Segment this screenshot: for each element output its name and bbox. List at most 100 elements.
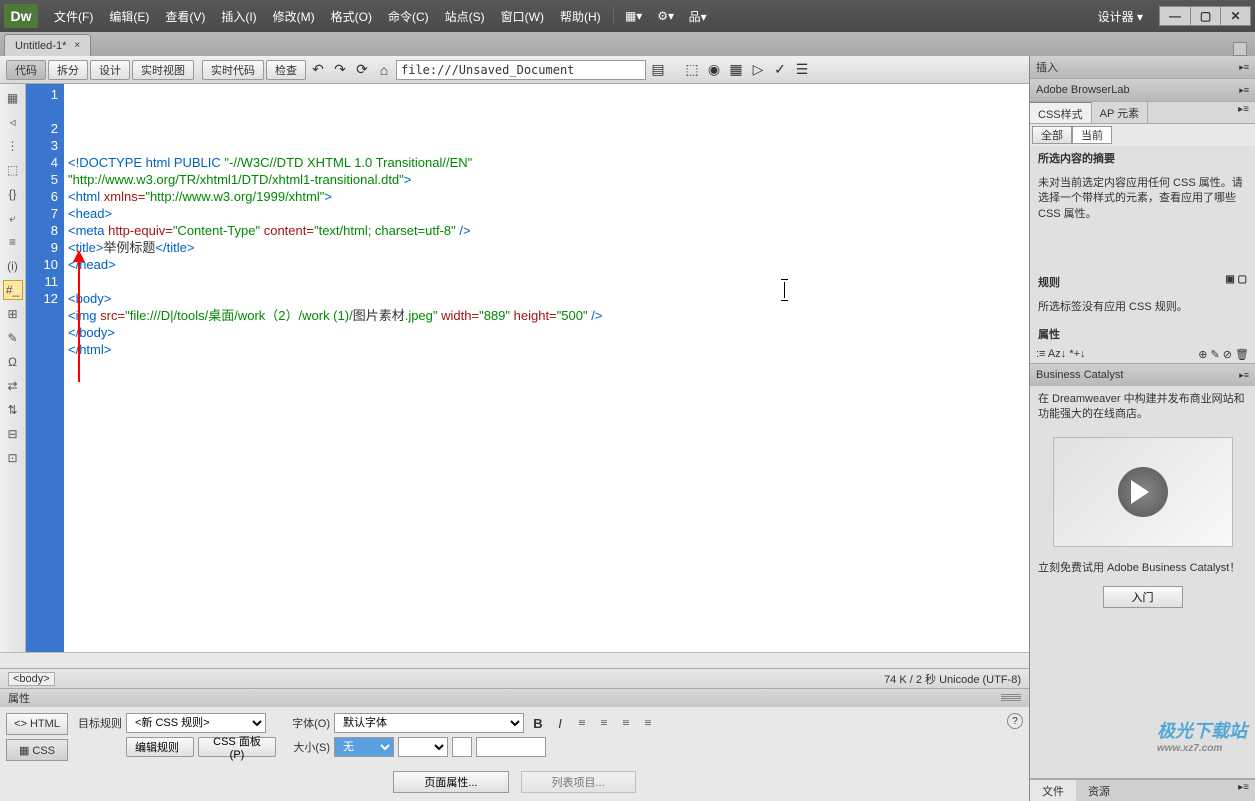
mode-html-button[interactable]: <> HTML (6, 713, 68, 735)
view-live-button[interactable]: 实时视图 (132, 60, 194, 80)
side-tool-icon[interactable]: ✎ (3, 328, 23, 348)
side-tool-icon[interactable]: ⊟ (3, 424, 23, 444)
target-rule-select[interactable]: <新 CSS 规则> (126, 713, 266, 733)
tool-icon-3[interactable]: ▦ (726, 60, 746, 80)
menu-item[interactable]: 窗口(W) (493, 4, 552, 29)
close-button[interactable]: ✕ (1220, 7, 1250, 25)
gear-icon[interactable]: ⚙▾ (654, 6, 678, 26)
menu-item[interactable]: 帮助(H) (552, 4, 609, 29)
code-line[interactable]: <!DOCTYPE html PUBLIC "-//W3C//DTD XHTML… (68, 154, 1025, 171)
side-tool-icon[interactable]: Ω (3, 352, 23, 372)
bold-icon[interactable]: B (528, 713, 548, 733)
prop-view-icons[interactable]: :≡ Az↓ *+↓ (1036, 348, 1086, 361)
side-tool-icon[interactable]: ⋮ (3, 136, 23, 156)
files-tab[interactable]: 文件 (1030, 780, 1076, 801)
code-line[interactable]: "http://www.w3.org/TR/xhtml1/DTD/xhtml1-… (68, 171, 1025, 188)
code-line[interactable]: </head> (68, 256, 1025, 273)
side-tool-icon[interactable]: {} (3, 184, 23, 204)
edit-rule-button[interactable]: 编辑规则 (126, 737, 194, 757)
tool-icon-1[interactable]: ⬚ (682, 60, 702, 80)
side-tool-icon[interactable]: #_ (3, 280, 23, 300)
menu-item[interactable]: 文件(F) (46, 4, 101, 29)
side-tool-icon[interactable]: ⇅ (3, 400, 23, 420)
tag-selector[interactable]: <body> (8, 672, 55, 686)
help-icon[interactable]: ? (1007, 713, 1023, 729)
menu-item[interactable]: 站点(S) (437, 4, 493, 29)
nav-back-icon[interactable]: ↶ (308, 60, 328, 80)
code-line[interactable]: <img src="file:///D|/tools/桌面/work（2）/wo… (68, 307, 1025, 324)
view-design-button[interactable]: 设计 (90, 60, 130, 80)
minimize-button[interactable]: — (1160, 7, 1190, 25)
code-line[interactable]: <body> (68, 290, 1025, 307)
bc-video-thumbnail[interactable] (1053, 437, 1233, 547)
color-input[interactable] (476, 737, 546, 757)
css-styles-tab[interactable]: CSS样式 (1030, 102, 1092, 123)
css-panel-button[interactable]: CSS 面板(P) (198, 737, 276, 757)
view-code-button[interactable]: 代码 (6, 60, 46, 80)
bc-panel-header[interactable]: Business Catalyst▸≡ (1030, 364, 1255, 386)
page-properties-button[interactable]: 页面属性... (393, 771, 508, 793)
address-list-icon[interactable]: ▤ (648, 60, 668, 80)
home-icon[interactable]: ⌂ (374, 60, 394, 80)
code-area[interactable]: <!DOCTYPE html PUBLIC "-//W3C//DTD XHTML… (64, 84, 1029, 652)
site-icon[interactable]: 品▾ (686, 6, 710, 26)
menu-item[interactable]: 插入(I) (213, 4, 264, 29)
code-line[interactable]: </html> (68, 341, 1025, 358)
align-center-icon[interactable]: ≡ (594, 713, 614, 733)
side-tool-icon[interactable]: ▦ (3, 88, 23, 108)
align-justify-icon[interactable]: ≡ (638, 713, 658, 733)
code-line[interactable]: <head> (68, 205, 1025, 222)
view-split-button[interactable]: 拆分 (48, 60, 88, 80)
code-line[interactable] (68, 273, 1025, 290)
color-swatch[interactable] (452, 737, 472, 757)
side-tool-icon[interactable]: ◃ (3, 112, 23, 132)
css-current-button[interactable]: 当前 (1072, 126, 1112, 144)
assets-tab[interactable]: 资源 (1076, 780, 1122, 801)
document-tab[interactable]: Untitled-1* × (4, 34, 91, 56)
rules-icons[interactable]: ▣ ▢ (1225, 274, 1247, 290)
code-line[interactable]: <title>举例标题</title> (68, 239, 1025, 256)
side-tool-icon[interactable]: ⊡ (3, 448, 23, 468)
css-all-button[interactable]: 全部 (1032, 126, 1072, 144)
side-tool-icon[interactable]: ⊞ (3, 304, 23, 324)
menu-item[interactable]: 查看(V) (157, 4, 213, 29)
insert-panel-header[interactable]: 插入▸≡ (1030, 56, 1255, 78)
horizontal-scrollbar[interactable] (0, 652, 1029, 668)
workspace-switcher[interactable]: 设计器 ▾ (1090, 6, 1151, 27)
align-left-icon[interactable]: ≡ (572, 713, 592, 733)
address-bar[interactable]: file:///Unsaved_Document (396, 60, 646, 80)
inspect-button[interactable]: 检查 (266, 60, 306, 80)
code-line[interactable]: <meta http-equiv="Content-Type" content=… (68, 222, 1025, 239)
menu-item[interactable]: 编辑(E) (101, 4, 157, 29)
bc-start-button[interactable]: 入门 (1103, 586, 1183, 608)
tab-options-icon[interactable] (1233, 42, 1247, 56)
tool-icon-5[interactable]: ✓ (770, 60, 790, 80)
tool-icon-6[interactable]: ☰ (792, 60, 812, 80)
refresh-icon[interactable]: ⟳ (352, 60, 372, 80)
italic-icon[interactable]: I (550, 713, 570, 733)
tab-close-icon[interactable]: × (74, 40, 80, 51)
ap-elements-tab[interactable]: AP 元素 (1092, 102, 1149, 123)
properties-header[interactable]: 属性 (0, 689, 1029, 707)
layout-icon[interactable]: ▦▾ (622, 6, 646, 26)
code-line[interactable]: <html xmlns="http://www.w3.org/1999/xhtm… (68, 188, 1025, 205)
tool-icon-2[interactable]: ◉ (704, 60, 724, 80)
browserlab-panel-header[interactable]: Adobe BrowserLab▸≡ (1030, 79, 1255, 101)
nav-forward-icon[interactable]: ↷ (330, 60, 350, 80)
panel-menu-icon[interactable]: ▸≡ (1232, 102, 1255, 123)
size-unit-select[interactable] (398, 737, 448, 757)
side-tool-icon[interactable]: ⤶ (3, 208, 23, 228)
side-tool-icon[interactable]: ⬚ (3, 160, 23, 180)
side-tool-icon[interactable]: ≡ (3, 232, 23, 252)
align-right-icon[interactable]: ≡ (616, 713, 636, 733)
prop-action-icons[interactable]: ⊕ ✎ ⊘ 🗑 (1198, 348, 1249, 361)
mode-css-button[interactable]: ▦ CSS (6, 739, 68, 761)
tool-icon-4[interactable]: ▷ (748, 60, 768, 80)
code-line[interactable]: </body> (68, 324, 1025, 341)
bottom-panel-menu-icon[interactable]: ▸≡ (1232, 780, 1255, 801)
live-code-button[interactable]: 实时代码 (202, 60, 264, 80)
font-select[interactable]: 默认字体 (334, 713, 524, 733)
side-tool-icon[interactable]: ⇄ (3, 376, 23, 396)
menu-item[interactable]: 格式(O) (323, 4, 380, 29)
code-line[interactable] (68, 358, 1025, 375)
